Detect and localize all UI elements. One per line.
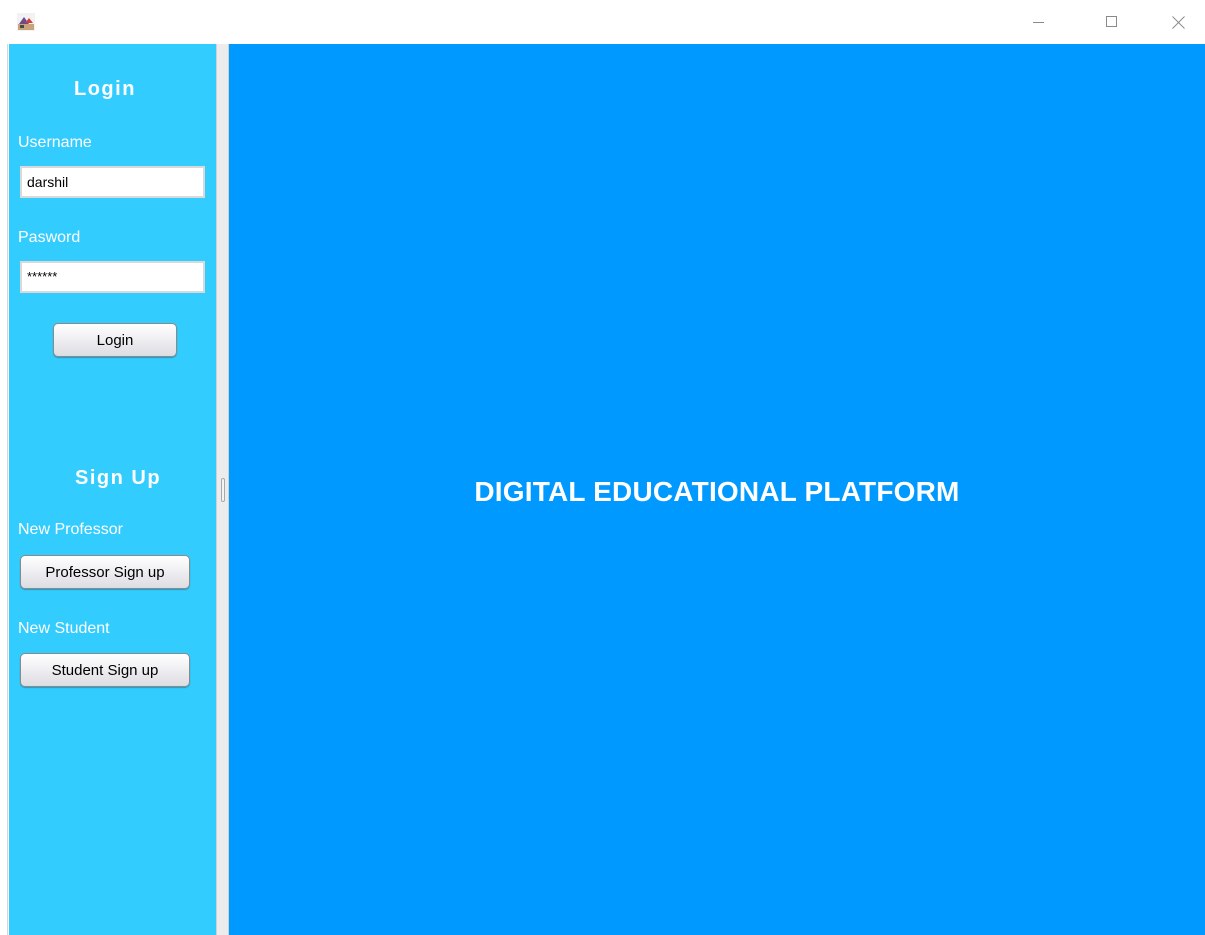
sidebar-panel: Login Username Pasword ****** Login Sign… xyxy=(9,44,216,935)
divider-grip-handle[interactable] xyxy=(221,478,225,502)
new-student-label: New Student xyxy=(18,620,110,637)
login-button[interactable]: Login xyxy=(53,323,177,357)
maximize-button[interactable] xyxy=(1089,0,1135,44)
app-window: Login Username Pasword ****** Login Sign… xyxy=(0,0,1205,935)
password-label: Pasword xyxy=(18,229,81,246)
close-button[interactable] xyxy=(1155,0,1201,44)
main-panel: DIGITAL EDUCATIONAL PLATFORM xyxy=(229,44,1205,935)
platform-title: DIGITAL EDUCATIONAL PLATFORM xyxy=(474,476,960,507)
login-heading: Login xyxy=(74,78,136,100)
minimize-icon xyxy=(1033,22,1044,23)
student-signup-button[interactable]: Student Sign up xyxy=(20,653,190,687)
window-left-edge xyxy=(0,0,8,935)
java-app-icon xyxy=(17,13,35,31)
username-label: Username xyxy=(18,134,92,151)
title-bar[interactable] xyxy=(0,0,1205,44)
professor-signup-button[interactable]: Professor Sign up xyxy=(20,555,190,589)
maximize-icon xyxy=(1106,16,1117,27)
password-field[interactable]: ****** xyxy=(20,261,205,293)
minimize-button[interactable] xyxy=(1016,0,1062,44)
split-pane-divider[interactable] xyxy=(216,44,229,935)
signup-heading: Sign Up xyxy=(75,467,162,489)
username-input[interactable] xyxy=(20,166,205,198)
close-icon xyxy=(1171,15,1185,29)
new-professor-label: New Professor xyxy=(18,521,123,538)
